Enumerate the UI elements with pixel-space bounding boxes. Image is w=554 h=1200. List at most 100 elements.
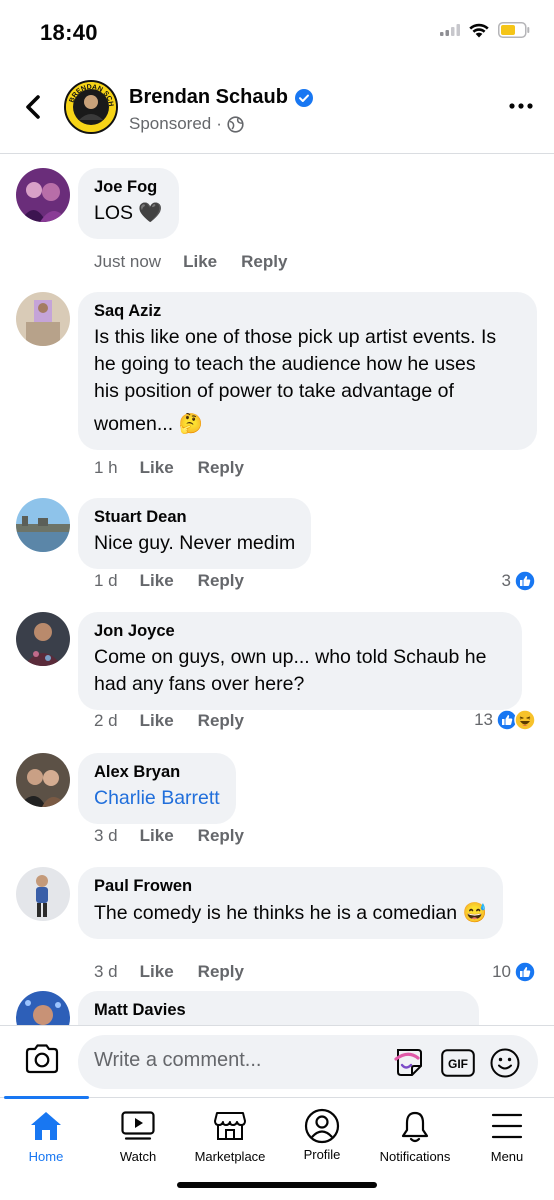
like-button[interactable]: Like [140,458,174,478]
avatar[interactable] [16,612,70,666]
emoji-button[interactable] [489,1047,521,1084]
camera-button[interactable] [24,1043,60,1080]
reply-button[interactable]: Reply [198,826,244,846]
gif-icon: GIF [441,1049,475,1077]
comment-bubble[interactable]: Alex Bryan Charlie Barrett [78,753,236,824]
tab-label: Marketplace [194,1149,266,1164]
avatar[interactable] [16,991,70,1025]
comment-actions: 1 d Like Reply [94,571,268,591]
reply-button[interactable]: Reply [198,962,244,982]
page-avatar[interactable]: BRENDAN SCHAUB [64,80,118,134]
comment-text-line: Come on guys, own up... who told Schaub … [94,646,487,668]
sponsored-label[interactable]: Sponsored [129,114,211,134]
status-icons [440,22,530,38]
comment-actions: 3 d Like Reply [94,826,268,846]
reply-button[interactable]: Reply [198,571,244,591]
comment-actions: 1 h Like Reply [94,458,268,478]
reactions-summary[interactable]: 13 [474,709,536,731]
avatar[interactable] [16,498,70,552]
brand-logo: BRENDAN SCHAUB [66,82,116,132]
comment-text-line: Is this like one of those pick up artist… [94,326,497,348]
commenter-name[interactable]: Stuart Dean [94,508,295,527]
tab-profile[interactable]: Profile [272,1108,372,1162]
commenter-name[interactable]: Paul Frowen [94,877,487,896]
status-time: 18:40 [40,20,98,45]
like-button[interactable]: Like [140,711,174,731]
comment-bubble[interactable]: Matt Davies [78,991,479,1025]
commenter-name[interactable]: Joe Fog [94,178,163,197]
tab-notifications[interactable]: Notifications [365,1110,465,1164]
comment-bubble[interactable]: Paul Frowen The comedy is he thinks he i… [78,867,503,939]
comment-text-line: he going to teach the audience how he us… [94,353,476,375]
avatar[interactable] [16,168,70,222]
tab-menu[interactable]: Menu [457,1110,554,1164]
sponsored-row: Sponsored · [129,114,244,134]
comment-time: 2 d [94,711,118,730]
active-tab-indicator [4,1096,89,1099]
reaction-count: 3 [501,571,511,590]
like-button[interactable]: Like [140,826,174,846]
comment-text-line: had any fans over here? [94,673,305,695]
back-button[interactable] [18,90,48,124]
tab-marketplace[interactable]: Marketplace [180,1110,280,1164]
status-bar: 18:40 [0,0,554,62]
like-reaction-icon [514,570,536,592]
comment-actions: 3 d Like Reply [94,962,268,982]
tab-home[interactable]: Home [0,1110,96,1164]
commenter-name[interactable]: Jon Joyce [94,622,506,641]
comment-text: LOS 🖤 [94,202,163,224]
reactions-summary[interactable]: 3 [502,570,536,592]
comment-text: The comedy is he thinks he is a comedian… [94,902,487,924]
watch-icon [121,1111,155,1140]
comment-actions: 2 d Like Reply [94,711,268,731]
menu-icon [491,1113,523,1139]
tab-label: Menu [490,1149,524,1164]
comment-bubble[interactable]: Stuart Dean Nice guy. Never medim [78,498,312,569]
like-button[interactable]: Like [140,962,174,982]
avatar-sticker-button[interactable] [392,1046,424,1083]
avatar[interactable] [16,867,70,921]
reply-button[interactable]: Reply [241,252,287,272]
comment-input[interactable] [94,1049,384,1072]
gif-button[interactable]: GIF [441,1049,475,1082]
comment-time: Just now [94,252,162,271]
comment-text-line: his position of power to take advantage … [94,380,454,402]
tab-watch[interactable]: Watch [88,1110,188,1164]
camera-icon [25,1044,59,1074]
reply-button[interactable]: Reply [198,711,244,731]
like-reaction-icon [514,961,536,983]
haha-reaction-icon [514,709,536,731]
comment-bubble[interactable]: Saq Aziz Is this like one of those pick … [78,292,537,450]
comment-bubble[interactable]: Joe Fog LOS 🖤 [78,168,179,239]
comments-list[interactable]: Joe Fog LOS 🖤 Just now Like Reply Saq Az… [0,155,554,1025]
tab-label: Watch [119,1149,157,1164]
comment-box: GIF [78,1035,538,1089]
tab-label: Home [28,1149,64,1164]
tab-label: Notifications [379,1149,451,1164]
commenter-name[interactable]: Saq Aziz [94,302,521,321]
avatar[interactable] [16,292,70,346]
like-button[interactable]: Like [140,571,174,591]
separator-dot: · [216,114,222,133]
comment-time: 3 d [94,962,118,981]
commenter-name[interactable]: Alex Bryan [94,763,220,782]
marketplace-icon [214,1112,246,1140]
post-header: BRENDAN SCHAUB Brendan Schaub Sponsored … [0,62,554,154]
comment-time: 3 d [94,826,118,845]
profile-icon [304,1108,340,1144]
comment-time: 1 d [94,571,118,590]
reply-button[interactable]: Reply [198,458,244,478]
avatar[interactable] [16,753,70,807]
page-name[interactable]: Brendan Schaub [129,86,288,109]
commenter-name[interactable]: Matt Davies [94,1001,463,1020]
comment-bubble[interactable]: Jon Joyce Come on guys, own up... who to… [78,612,522,710]
home-indicator[interactable] [177,1182,377,1188]
reactions-summary[interactable]: 10 [492,961,536,983]
back-arrow-icon [26,95,40,119]
reaction-count: 13 [474,710,493,729]
tagged-user-link[interactable]: Charlie Barrett [94,785,220,812]
more-dots-icon [509,103,533,109]
comment-text: Nice guy. Never medim [94,532,296,554]
like-button[interactable]: Like [183,252,217,272]
more-options-button[interactable] [506,94,536,118]
